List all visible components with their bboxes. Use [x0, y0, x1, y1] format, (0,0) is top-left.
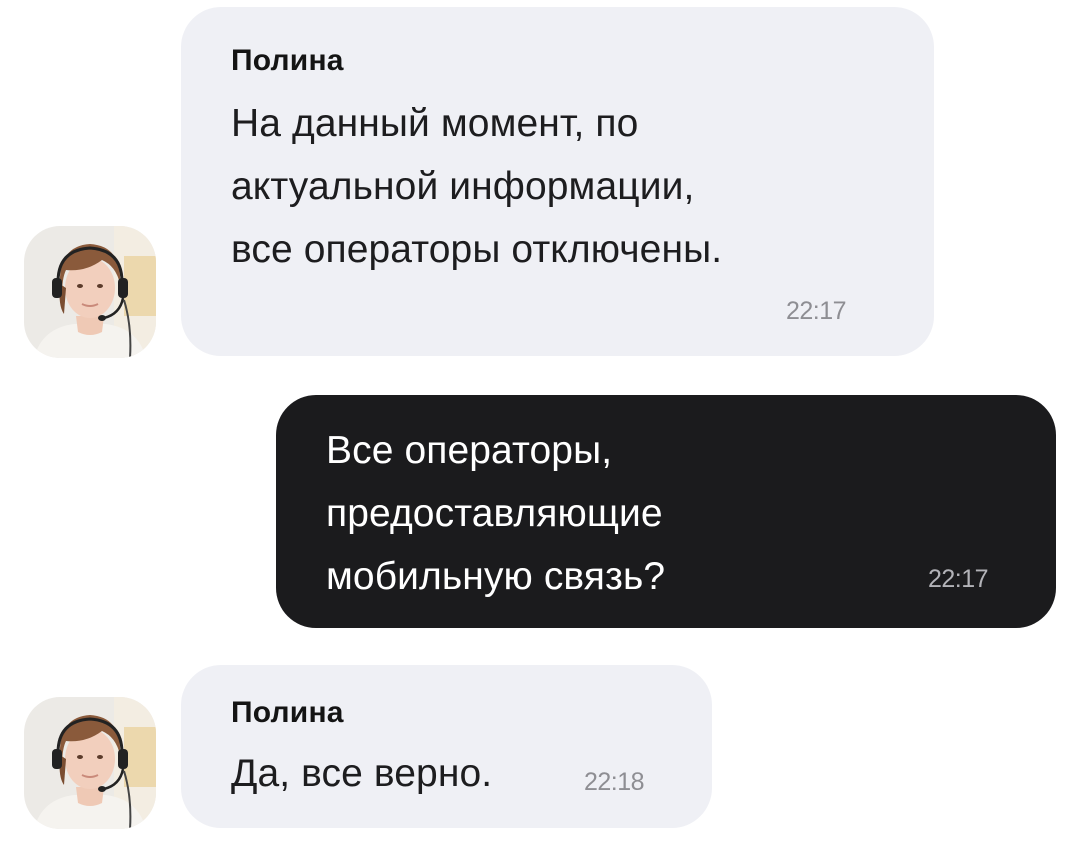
message-text-line: актуальной информации,: [231, 165, 695, 208]
message-text-line: предоставляющие: [326, 492, 663, 535]
message-text-line: все операторы отключены.: [231, 228, 723, 271]
message-text-line: мобильную связь?: [326, 555, 666, 598]
operator-avatar[interactable]: [24, 697, 156, 829]
message-timestamp: 22:17: [928, 565, 989, 593]
message-timestamp: 22:17: [786, 297, 847, 325]
message-text-line: Да, все верно.: [231, 752, 493, 795]
operator-avatar[interactable]: [24, 226, 156, 358]
sender-name: Полина: [231, 44, 344, 77]
sender-name: Полина: [231, 696, 344, 729]
message-bubble-incoming[interactable]: Полина Да, все верно. 22:18: [181, 665, 712, 828]
message-text-line: Все операторы,: [326, 429, 613, 472]
message-bubble-incoming[interactable]: Полина На данный момент, по актуальной и…: [181, 7, 934, 356]
message-text-line: На данный момент, по: [231, 102, 639, 145]
message-timestamp: 22:18: [584, 768, 645, 796]
message-bubble-outgoing[interactable]: Все операторы, предоставляющие мобильную…: [276, 395, 1056, 628]
